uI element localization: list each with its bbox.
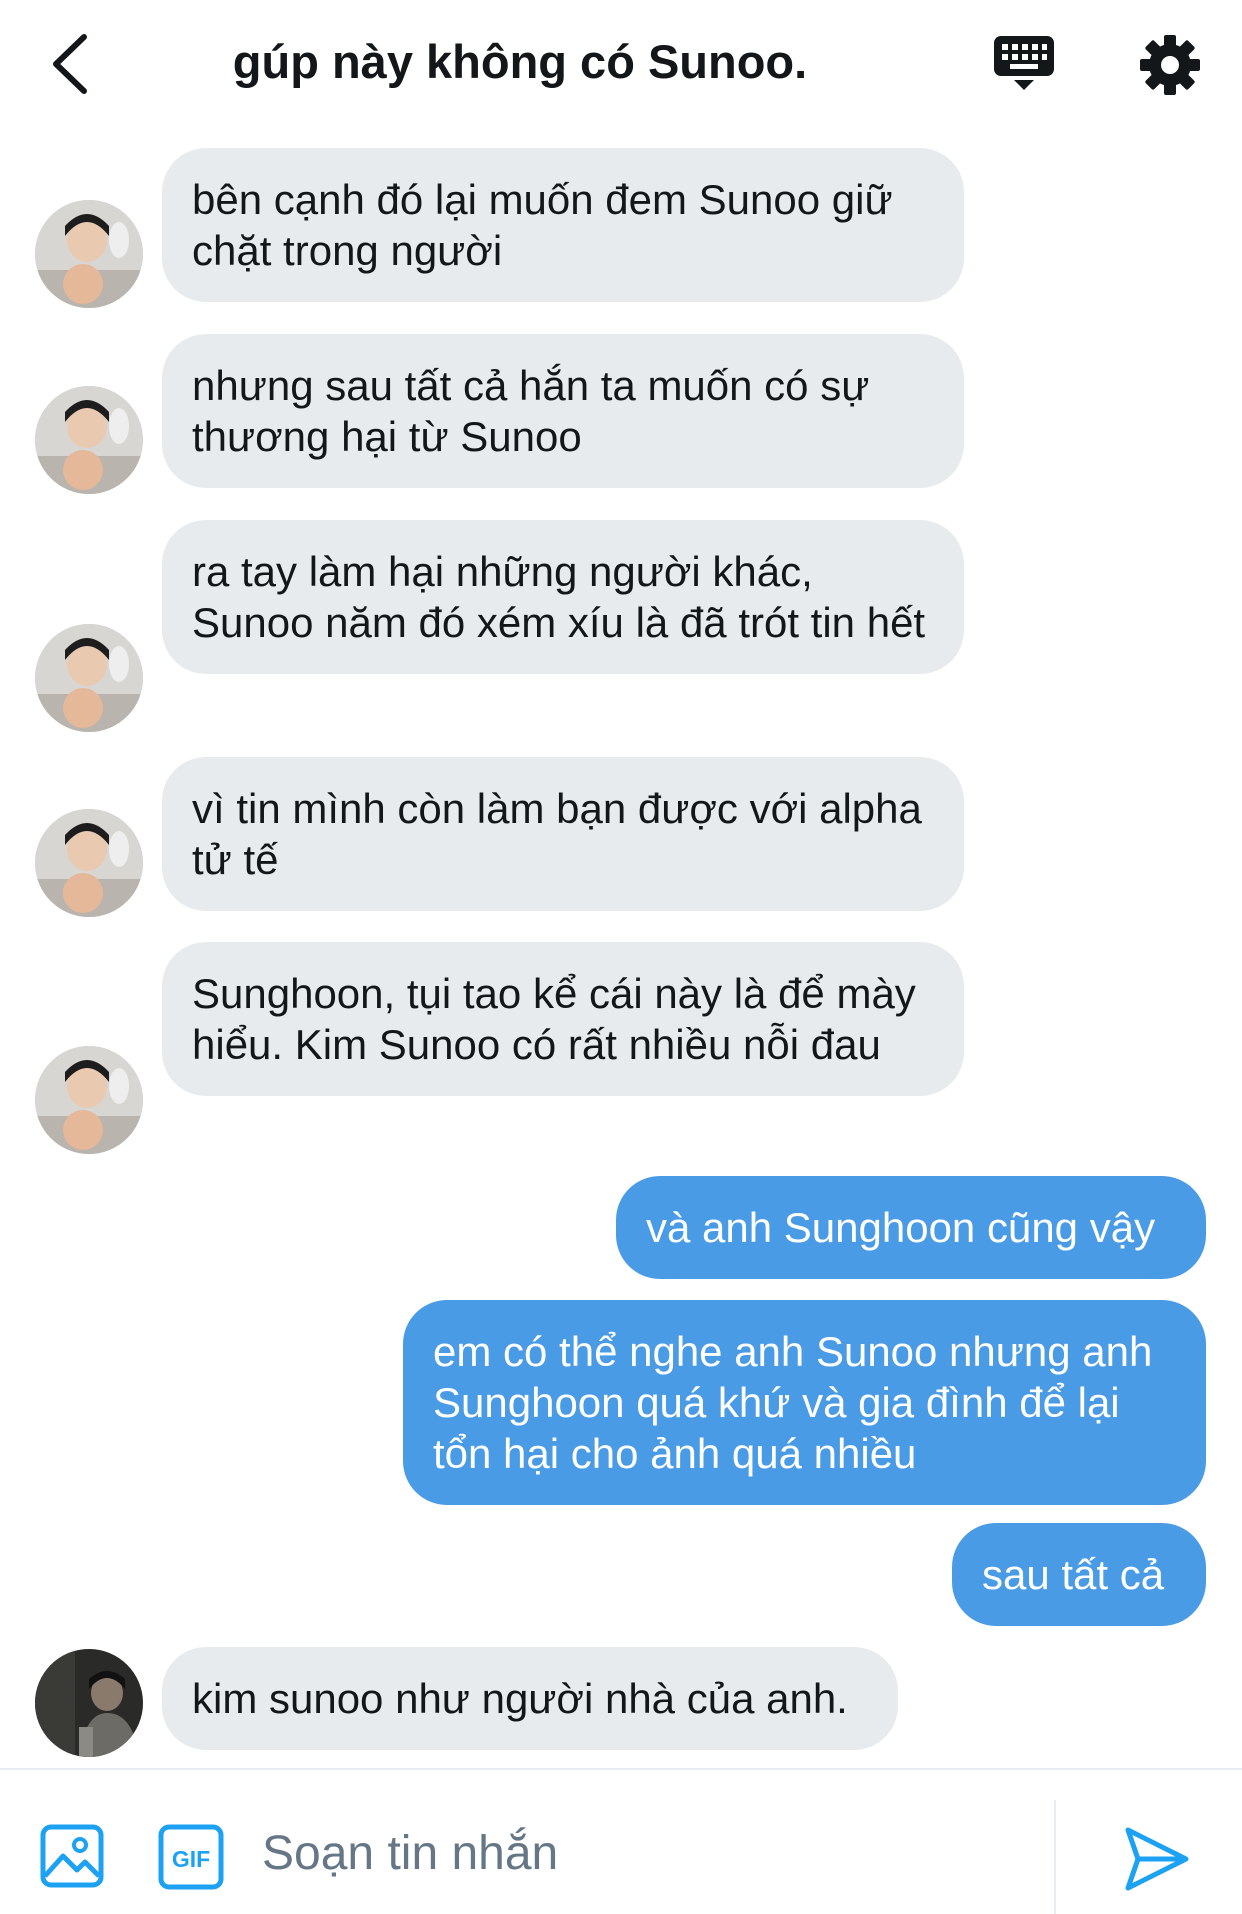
message-row-incoming: kim sunoo như người nhà của anh. bbox=[0, 1647, 1242, 1759]
conversation-title[interactable]: gúp này không có Sunoo. bbox=[130, 34, 910, 89]
avatar[interactable] bbox=[35, 386, 143, 494]
message-text: bên cạnh đó lại muốn đem Sunoo giữ chặt … bbox=[192, 176, 893, 274]
message-bubble-incoming[interactable]: Sunghoon, tụi tao kể cái này là để mày h… bbox=[162, 942, 964, 1096]
message-row-incoming: ra tay làm hại những người khác, Sunoo n… bbox=[0, 520, 1242, 732]
message-row-incoming: bên cạnh đó lại muốn đem Sunoo giữ chặt … bbox=[0, 148, 1242, 308]
message-bubble-outgoing[interactable]: em có thể nghe anh Sunoo nhưng anh Sungh… bbox=[403, 1300, 1206, 1505]
message-text: và anh Sunghoon cũng vậy bbox=[646, 1204, 1156, 1251]
message-row-incoming: nhưng sau tất cả hắn ta muốn có sự thươn… bbox=[0, 334, 1242, 494]
message-text: vì tin mình còn làm bạn được với alpha t… bbox=[192, 785, 922, 883]
gif-button[interactable]: GIF bbox=[158, 1824, 224, 1890]
image-icon bbox=[40, 1824, 104, 1888]
message-bubble-incoming[interactable]: vì tin mình còn làm bạn được với alpha t… bbox=[162, 757, 964, 911]
composer-divider bbox=[1054, 1800, 1056, 1914]
message-text: ra tay làm hại những người khác, Sunoo n… bbox=[192, 548, 926, 646]
message-text: Sunghoon, tụi tao kể cái này là để mày h… bbox=[192, 970, 916, 1068]
message-input[interactable] bbox=[262, 1808, 1022, 1898]
chevron-left-icon bbox=[53, 34, 87, 94]
send-button[interactable] bbox=[1122, 1824, 1192, 1894]
gear-icon bbox=[1140, 35, 1200, 95]
message-text: nhưng sau tất cả hắn ta muốn có sự thươn… bbox=[192, 362, 870, 460]
message-row-outgoing: em có thể nghe anh Sunoo nhưng anh Sungh… bbox=[0, 1300, 1242, 1512]
message-text: kim sunoo như người nhà của anh. bbox=[192, 1675, 848, 1722]
message-bubble-incoming[interactable]: nhưng sau tất cả hắn ta muốn có sự thươn… bbox=[162, 334, 964, 488]
settings-button[interactable] bbox=[1135, 30, 1205, 100]
message-row-outgoing: sau tất cả bbox=[0, 1523, 1242, 1633]
message-list[interactable]: bên cạnh đó lại muốn đem Sunoo giữ chặt … bbox=[0, 130, 1242, 1768]
message-bubble-incoming[interactable]: ra tay làm hại những người khác, Sunoo n… bbox=[162, 520, 964, 674]
gif-icon: GIF bbox=[158, 1824, 224, 1890]
add-photo-button[interactable] bbox=[40, 1824, 104, 1888]
message-text: em có thể nghe anh Sunoo nhưng anh Sungh… bbox=[433, 1328, 1153, 1477]
back-button[interactable] bbox=[40, 28, 100, 100]
message-bubble-outgoing[interactable]: và anh Sunghoon cũng vậy bbox=[616, 1176, 1206, 1279]
message-bubble-incoming[interactable]: kim sunoo như người nhà của anh. bbox=[162, 1647, 898, 1750]
keyboard-icon bbox=[994, 36, 1054, 90]
message-bubble-outgoing[interactable]: sau tất cả bbox=[952, 1523, 1206, 1626]
send-icon bbox=[1125, 1827, 1189, 1891]
avatar[interactable] bbox=[35, 1649, 143, 1757]
message-row-outgoing: và anh Sunghoon cũng vậy bbox=[0, 1176, 1242, 1286]
conversation-header: gúp này không có Sunoo. bbox=[0, 0, 1242, 130]
avatar[interactable] bbox=[35, 1046, 143, 1154]
avatar[interactable] bbox=[35, 200, 143, 308]
avatar[interactable] bbox=[35, 624, 143, 732]
message-text: sau tất cả bbox=[982, 1551, 1165, 1598]
message-row-incoming: vì tin mình còn làm bạn được với alpha t… bbox=[0, 757, 1242, 917]
message-composer: GIF bbox=[0, 1768, 1242, 1914]
keyboard-button[interactable] bbox=[990, 30, 1060, 100]
message-bubble-incoming[interactable]: bên cạnh đó lại muốn đem Sunoo giữ chặt … bbox=[162, 148, 964, 302]
message-row-incoming: Sunghoon, tụi tao kể cái này là để mày h… bbox=[0, 942, 1242, 1154]
avatar[interactable] bbox=[35, 809, 143, 917]
gif-label: GIF bbox=[172, 1846, 210, 1872]
